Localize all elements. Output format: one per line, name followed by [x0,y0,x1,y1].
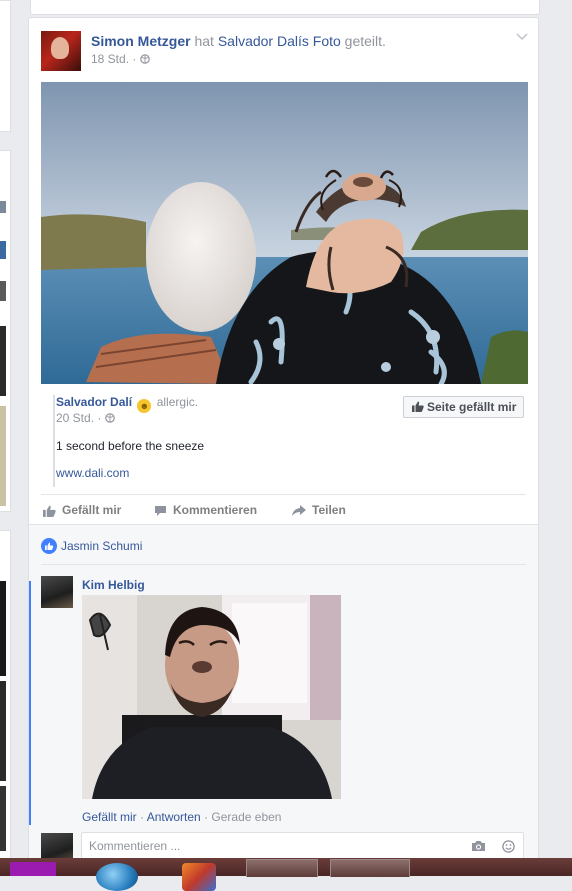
left-thumb[interactable] [0,786,6,851]
comment-action-button[interactable]: Kommentieren [154,503,257,517]
left-thumb[interactable] [0,406,6,506]
left-column-card-bottom [0,530,11,862]
like-page-button[interactable]: Seite gefällt mir [403,396,524,418]
left-thumb[interactable] [0,581,6,676]
shared-owner-link[interactable]: Salvador Dalís [218,33,309,49]
liker-name-link[interactable]: Jasmin Schumi [61,539,142,553]
meta-separator: · [97,411,102,425]
taskbar-window-button[interactable] [246,859,318,877]
comment-like-link[interactable]: Gefällt mir [82,810,137,824]
left-thumb[interactable] [0,326,6,396]
comment-icon [155,506,166,516]
comment-actions: Gefällt mir · Antworten · Gerade eben [82,810,281,824]
left-thumb[interactable] [0,201,6,213]
reactions-summary[interactable]: Jasmin Schumi [41,538,142,554]
taskbar-window-button[interactable] [330,859,410,877]
taskbar-app-icon[interactable] [96,863,138,891]
chevron-down-icon[interactable] [516,28,528,44]
comment-separator: · [140,810,145,824]
like-action-button[interactable]: Gefällt mir [43,503,121,517]
author-name-link[interactable]: Simon Metzger [91,33,191,49]
like-action-label: Gefällt mir [62,503,122,517]
comments-section: Jasmin Schumi Kim Helbig Gefällt mir · A… [29,524,538,863]
like-page-label: Seite gefällt mir [427,400,517,414]
actions-divider [41,494,526,495]
left-thumb[interactable] [0,281,6,301]
shared-url-link[interactable]: www.dali.com [56,466,129,480]
post-timestamp[interactable]: 18 Std. [91,52,129,66]
comment-photo[interactable] [82,595,341,799]
post-meta: 18 Std. · [91,52,150,66]
left-thumb[interactable] [0,681,6,781]
taskbar-app-icon[interactable] [182,863,216,891]
comment-action-label: Kommentieren [173,503,258,517]
header-suffix: geteilt. [344,33,386,49]
new-comment-indicator [29,581,31,825]
left-column-card-media [0,150,11,512]
left-thumb[interactable] [0,241,6,259]
comment-input[interactable] [81,832,524,860]
shared-meta: 20 Std. · [56,411,115,425]
sneeze-selfie-photo [82,595,341,799]
shared-page-name-link[interactable]: Salvador Dalí [56,395,132,409]
shared-object-link[interactable]: Foto [313,33,341,49]
share-arrow-icon [292,505,306,516]
like-reaction-icon [41,538,57,554]
taskbar-app-icon[interactable] [10,862,56,876]
previous-story-bottom [30,0,540,15]
smiley-icon: ☻ [137,399,152,413]
header-verb: hat [194,33,214,49]
globe-icon [139,54,150,64]
post-header: Simon Metzger hat Salvador Dalís Foto ge… [91,33,386,49]
shared-photo[interactable] [41,82,528,384]
feeling-text: allergic. [156,395,199,409]
shared-caption: 1 second before the sneeze [56,439,205,453]
thumbs-up-icon [412,401,424,412]
meta-separator: · [132,52,137,66]
shared-timestamp[interactable]: 20 Std. [56,411,94,425]
commenter-name-link[interactable]: Kim Helbig [82,578,145,592]
comment-timestamp[interactable]: Gerade eben [211,810,281,824]
globe-icon [104,413,115,423]
thumbs-up-icon [43,505,56,517]
dali-egg-photo [41,82,528,384]
share-action-label: Teilen [312,503,346,517]
reactions-divider [41,564,526,565]
left-column-card-top [0,0,11,132]
os-taskbar [0,858,572,891]
emoji-icon[interactable] [502,840,515,853]
commenter-avatar[interactable] [41,576,73,608]
author-avatar[interactable] [41,31,81,71]
share-action-button[interactable]: Teilen [292,503,346,517]
camera-icon[interactable] [471,840,486,852]
comment-reply-link[interactable]: Antworten [147,810,201,824]
feed-post: Simon Metzger hat Salvador Dalís Foto ge… [28,17,539,864]
comment-separator: · [204,810,209,824]
